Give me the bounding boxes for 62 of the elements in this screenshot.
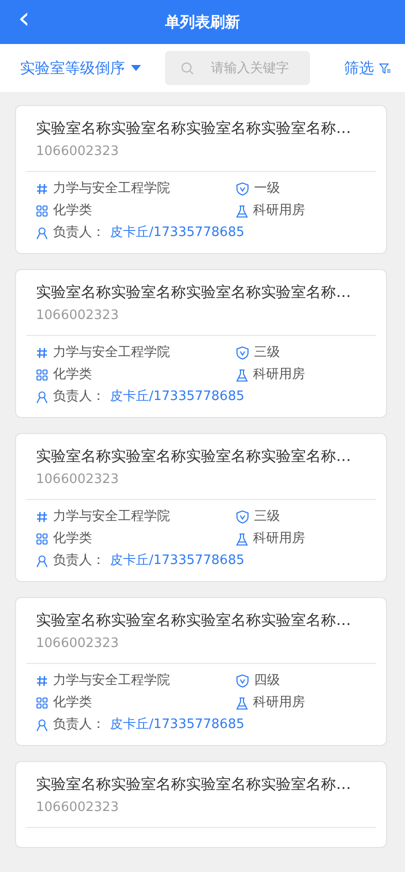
manager-link[interactable]: 皮卡丘/17335778685 xyxy=(110,552,244,570)
college-name: 力学与安全工程学院 xyxy=(53,508,170,526)
shield-icon xyxy=(236,182,249,196)
lab-level: 三级 xyxy=(254,344,280,362)
filter-icon xyxy=(379,62,391,74)
person-icon xyxy=(36,554,48,568)
filter-button[interactable]: 筛选 xyxy=(344,58,391,78)
college-name: 力学与安全工程学院 xyxy=(53,672,170,690)
lab-code: 1066002323 xyxy=(35,143,120,161)
shield-icon xyxy=(236,510,249,524)
shield-icon xyxy=(236,674,249,688)
flask-icon xyxy=(236,532,248,546)
lab-code: 1066002323 xyxy=(35,307,120,325)
hash-icon xyxy=(36,675,48,687)
caret-icon xyxy=(131,65,141,71)
college-name: 力学与安全工程学院 xyxy=(53,180,170,198)
flask-icon xyxy=(236,696,248,710)
person-icon xyxy=(36,718,48,732)
flask-icon xyxy=(236,368,248,382)
hash-icon xyxy=(36,183,48,195)
grid-icon xyxy=(36,205,48,217)
back-button[interactable]: ‹ xyxy=(14,4,34,34)
manager-link[interactable]: 皮卡丘/17335778685 xyxy=(110,388,244,406)
lab-code: 1066002323 xyxy=(35,799,120,817)
hash-icon xyxy=(36,511,48,523)
search-icon xyxy=(181,62,194,75)
category-name: 化学类 xyxy=(53,366,92,384)
manager-link[interactable]: 皮卡丘/17335778685 xyxy=(110,716,244,734)
lab-name: 实验室名称实验室名称实验室名称实验室名称… xyxy=(35,446,352,467)
lab-name: 实验室名称实验室名称实验室名称实验室名称… xyxy=(35,610,352,631)
manager-label: 负责人： xyxy=(53,716,105,734)
manager-label: 负责人： xyxy=(53,388,105,406)
room-type: 科研用房 xyxy=(253,366,305,384)
category-name: 化学类 xyxy=(53,202,92,220)
grid-icon xyxy=(36,533,48,545)
page-title: 单列表刷新 xyxy=(165,12,240,32)
lab-level: 三级 xyxy=(254,508,280,526)
lab-code: 1066002323 xyxy=(35,635,120,653)
manager-link[interactable]: 皮卡丘/17335778685 xyxy=(110,224,244,242)
manager-label: 负责人： xyxy=(53,552,105,570)
lab-level: 四级 xyxy=(254,672,280,690)
search-field[interactable]: 请输入关键字 xyxy=(165,51,310,85)
category-name: 化学类 xyxy=(53,530,92,548)
room-type: 科研用房 xyxy=(253,202,305,220)
college-name: 力学与安全工程学院 xyxy=(53,344,170,362)
category-name: 化学类 xyxy=(53,694,92,712)
grid-icon xyxy=(36,697,48,709)
lab-name: 实验室名称实验室名称实验室名称实验室名称… xyxy=(35,774,352,795)
shield-icon xyxy=(236,346,249,360)
manager-label: 负责人： xyxy=(53,224,105,242)
room-type: 科研用房 xyxy=(253,694,305,712)
lab-name: 实验室名称实验室名称实验室名称实验室名称… xyxy=(35,282,352,303)
sort-dropdown[interactable]: 实验室等级倒序 xyxy=(20,58,141,78)
flask-icon xyxy=(236,204,248,218)
person-icon xyxy=(36,390,48,404)
lab-level: 一级 xyxy=(254,180,280,198)
grid-icon xyxy=(36,369,48,381)
lab-name: 实验室名称实验室名称实验室名称实验室名称… xyxy=(35,118,352,139)
room-type: 科研用房 xyxy=(253,530,305,548)
lab-code: 1066002323 xyxy=(35,471,120,489)
hash-icon xyxy=(36,347,48,359)
person-icon xyxy=(36,226,48,240)
